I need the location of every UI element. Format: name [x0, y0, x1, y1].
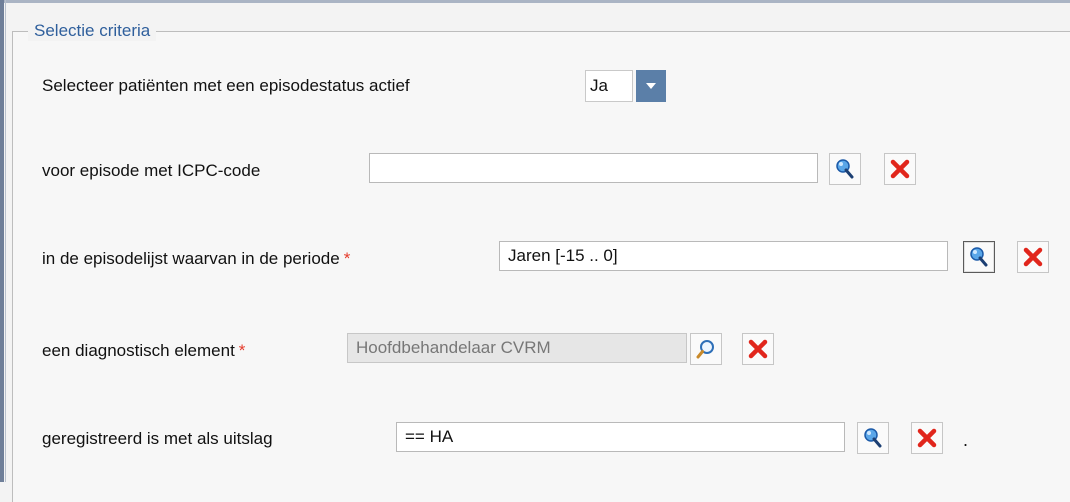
diagnostic-element-input: Hoofdbehandelaar CVRM	[347, 333, 687, 363]
red-x-icon	[890, 159, 910, 179]
red-x-icon	[1023, 247, 1043, 267]
result-input[interactable]: == HA	[396, 422, 845, 452]
diagnostic-search-button[interactable]	[690, 333, 722, 365]
episode-status-label: Selecteer patiënten met een episodestatu…	[42, 76, 410, 95]
pin-search-icon	[836, 159, 854, 179]
window-top-border	[0, 0, 1070, 3]
period-input[interactable]: Jaren [-15 .. 0]	[499, 241, 948, 271]
result-lookup-button[interactable]	[857, 422, 889, 454]
magnifier-icon	[696, 340, 714, 359]
pin-search-icon	[864, 428, 882, 448]
window-left-border	[0, 0, 4, 482]
icpc-code-input[interactable]	[369, 153, 818, 183]
icpc-lookup-button[interactable]	[829, 153, 861, 185]
period-label-text: in de episodelijst waarvan in de periode	[42, 249, 340, 268]
required-marker: *	[238, 341, 246, 360]
episode-status-dropdown-button[interactable]	[636, 70, 666, 102]
diagnostic-clear-button[interactable]	[742, 333, 774, 365]
diagnostic-element-label-text: een diagnostisch element	[42, 341, 235, 360]
trailing-period: .	[963, 430, 969, 450]
required-marker: *	[343, 249, 351, 268]
red-x-icon	[917, 428, 937, 448]
result-label: geregistreerd is met als uitslag	[42, 429, 273, 448]
episode-status-select[interactable]: Ja	[585, 70, 633, 102]
chevron-down-icon	[646, 83, 656, 89]
result-clear-button[interactable]	[911, 422, 943, 454]
icpc-code-label: voor episode met ICPC-code	[42, 161, 261, 180]
period-clear-button[interactable]	[1017, 241, 1049, 273]
icpc-clear-button[interactable]	[884, 153, 916, 185]
diagnostic-element-label: een diagnostisch element *	[42, 341, 245, 361]
period-label: in de episodelijst waarvan in de periode…	[42, 249, 350, 269]
pin-search-icon	[970, 247, 988, 267]
red-x-icon	[748, 339, 768, 359]
period-lookup-button[interactable]	[963, 241, 995, 273]
window-left-inner-border	[5, 0, 6, 482]
group-legend: Selectie criteria	[28, 21, 157, 41]
